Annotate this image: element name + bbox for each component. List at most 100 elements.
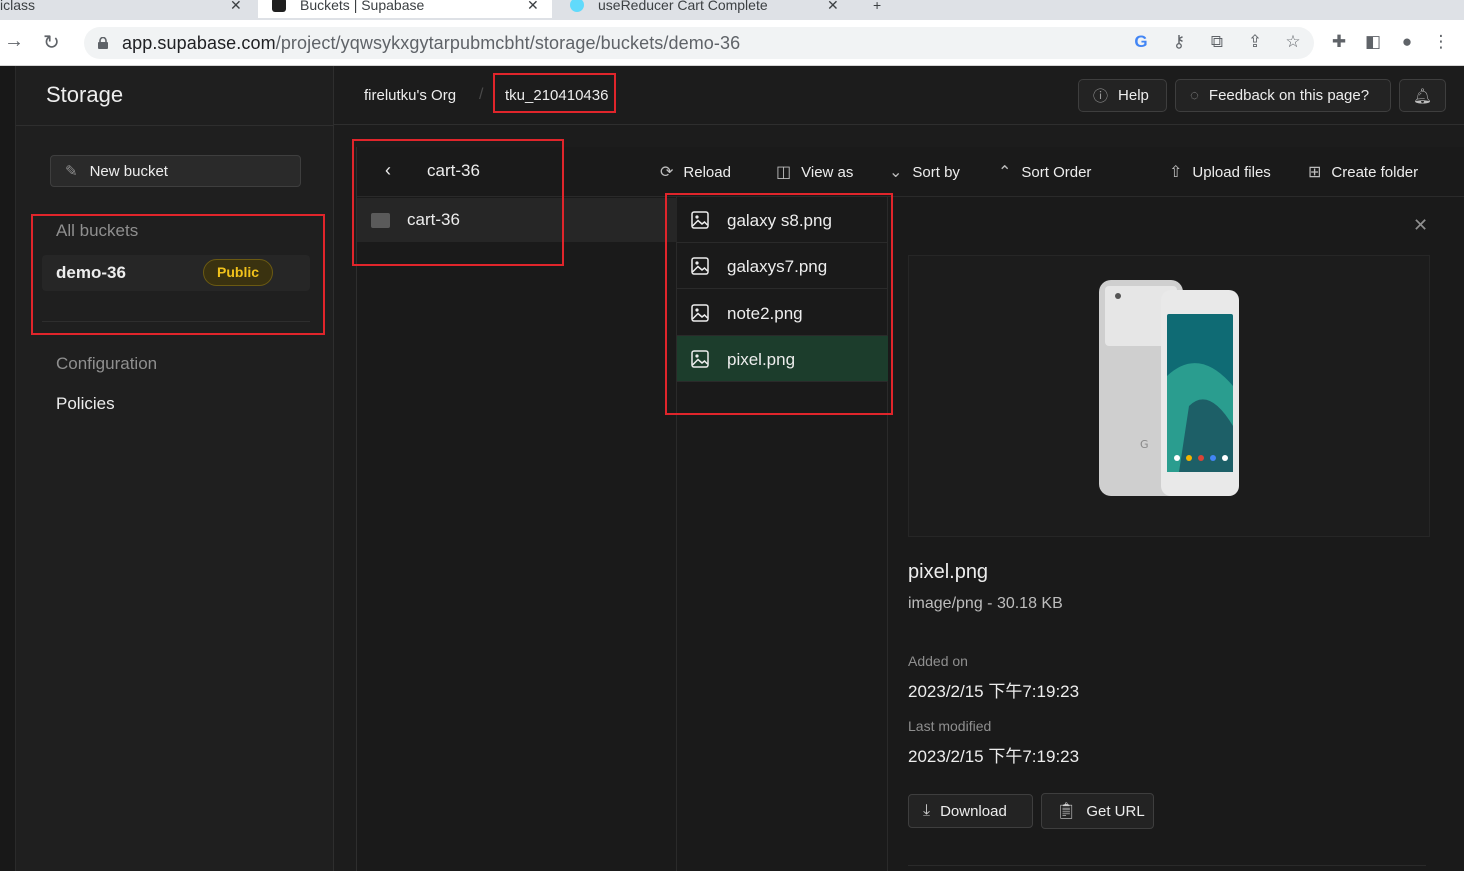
close-icon[interactable]: ✕ [230, 0, 242, 14]
column-title: cart-36 [427, 161, 480, 180]
profile-icon[interactable]: ● [1396, 32, 1418, 52]
refresh-icon: ⟳ [660, 164, 674, 181]
public-badge: Public [203, 259, 274, 286]
reload-button[interactable]: ⟳ Reload [660, 162, 731, 182]
list-item[interactable]: galaxy s8.png [677, 197, 888, 243]
tab-title: iclass [0, 0, 36, 13]
folder-plus-icon: ⊞ [1308, 164, 1322, 181]
folder-column: cart-36 [357, 197, 677, 871]
tab-title: Buckets | Supabase [300, 0, 425, 13]
columns-icon: ◫ [776, 164, 792, 181]
sidebar-item-bucket[interactable]: demo-36 Public [42, 255, 310, 291]
back-chevron-icon[interactable]: ‹ [385, 160, 391, 181]
feedback-label: Feedback on this page? [1208, 87, 1370, 104]
divider [42, 321, 310, 322]
breadcrumb-project[interactable]: tku_210410436 [505, 87, 608, 104]
sort-order-label: Sort Order [1021, 163, 1092, 181]
share-icon[interactable]: ⇪ [1244, 32, 1266, 52]
divider [16, 125, 334, 126]
last-modified-value: 2023/2/15 下午7:19:23 [908, 747, 1080, 766]
create-folder-label: Create folder [1331, 163, 1419, 181]
lock-icon [98, 37, 108, 49]
react-favicon-icon [570, 0, 584, 12]
upload-icon: ⇧ [1169, 164, 1183, 181]
last-modified-label: Last modified [908, 718, 992, 734]
url-path: /project/yqwsykxgytarpubmcbht/storage/bu… [275, 32, 741, 53]
file-column: galaxy s8.png galaxys7.png note2.png pix… [677, 197, 888, 871]
list-item[interactable]: cart-36 [357, 198, 677, 242]
star-icon[interactable]: ☆ [1282, 32, 1304, 52]
menu-icon[interactable]: ⋮ [1430, 32, 1452, 52]
upload-label: Upload files [1192, 163, 1271, 181]
chevron-down-icon: ⌄ [889, 164, 903, 181]
get-url-label: Get URL [1086, 802, 1145, 820]
svg-text:G: G [1140, 438, 1149, 451]
file-name: pixel.png [727, 350, 796, 369]
folder-icon [371, 213, 390, 228]
tab-title: useReducer Cart Complete [598, 0, 768, 13]
close-icon[interactable]: ✕ [827, 0, 839, 14]
supabase-favicon-icon [272, 0, 286, 12]
main-header: firelutku's Org / tku_210410436 ⓘ Help ◌… [334, 66, 1464, 125]
image-icon [691, 304, 709, 322]
reload-label: Reload [683, 163, 731, 181]
browser-tab-bar: iclass ✕ Buckets | Supabase ✕ useReducer… [0, 0, 1464, 20]
view-as-button[interactable]: ◫ View as [776, 162, 853, 182]
help-icon: ⓘ [1093, 88, 1109, 105]
list-item[interactable]: note2.png [677, 290, 888, 336]
new-tab-button[interactable]: + [873, 0, 893, 18]
close-icon[interactable]: ✕ [527, 0, 539, 14]
browser-toolbar: → ↻ app.supabase.com/project/yqwsykxgyta… [0, 20, 1464, 66]
create-folder-button[interactable]: ⊞ Create folder [1308, 162, 1418, 182]
configuration-label: Configuration [56, 354, 158, 373]
google-icon[interactable]: G [1130, 32, 1152, 52]
help-button[interactable]: ⓘ Help [1078, 79, 1167, 112]
side-panel-icon[interactable]: ◧ [1362, 32, 1384, 52]
list-item-selected[interactable]: pixel.png [677, 336, 888, 382]
file-name: galaxy s8.png [727, 211, 832, 230]
image-icon [691, 211, 709, 229]
storage-sidebar: Storage ✎ New bucket All buckets demo-36… [16, 66, 334, 871]
address-bar[interactable]: app.supabase.com/project/yqwsykxgytarpub… [84, 27, 1314, 59]
list-item[interactable]: galaxys7.png [677, 243, 888, 289]
preview-file-meta: image/png - 30.18 KB [908, 595, 1063, 612]
image-icon [691, 257, 709, 275]
translate-icon[interactable]: ⧉ [1206, 32, 1228, 52]
tab-usereducer[interactable]: useReducer Cart Complete ✕ [556, 0, 850, 18]
file-preview-panel: ✕ G pixel.png image/png - 30.18 KB Added… [888, 197, 1464, 871]
forward-icon[interactable]: → [4, 30, 24, 53]
tab-iclass[interactable]: iclass ✕ [0, 0, 255, 18]
phone-image: G [1099, 280, 1239, 496]
extensions-icon[interactable]: ✚ [1328, 32, 1350, 52]
feedback-button[interactable]: ◌ Feedback on this page? [1175, 79, 1391, 112]
reload-icon[interactable]: ↻ [43, 30, 60, 55]
download-button[interactable]: ⤓ Download [908, 794, 1033, 828]
edit-icon: ✎ [65, 163, 78, 180]
breadcrumb-org[interactable]: firelutku's Org [364, 87, 456, 104]
file-name: galaxys7.png [727, 257, 828, 276]
sort-order-button[interactable]: ⌃ Sort Order [998, 162, 1091, 182]
get-url-button[interactable]: 📋︎ Get URL [1041, 793, 1154, 829]
sidebar-item-policies[interactable]: Policies [56, 394, 115, 414]
explorer-toolbar: ‹ cart-36 ⟳ Reload ◫ View as ⌄ Sort by ⌃ Sor… [357, 147, 1464, 197]
download-label: Download [940, 802, 1007, 820]
sidebar-title: Storage [46, 82, 124, 107]
key-icon[interactable]: ⚷ [1168, 32, 1190, 52]
tab-supabase[interactable]: Buckets | Supabase ✕ [258, 0, 552, 18]
sort-by-button[interactable]: ⌄ Sort by [889, 162, 960, 182]
file-name: note2.png [727, 304, 803, 323]
close-icon[interactable]: ✕ [1413, 215, 1428, 236]
breadcrumb-separator: / [479, 86, 484, 103]
folder-name: cart-36 [407, 210, 460, 229]
new-bucket-button[interactable]: ✎ New bucket [50, 155, 301, 187]
clipboard-icon: 📋︎ [1056, 803, 1077, 820]
upload-files-button[interactable]: ⇧ Upload files [1169, 162, 1271, 182]
notifications-button[interactable]: 🔔︎ [1399, 79, 1446, 112]
divider [908, 865, 1426, 866]
bell-icon: 🔔︎ [1412, 87, 1433, 105]
added-on-label: Added on [908, 653, 968, 669]
added-on-value: 2023/2/15 下午7:19:23 [908, 682, 1080, 701]
preview-image: G [908, 255, 1430, 537]
supabase-app: Storage ✎ New bucket All buckets demo-36… [0, 66, 1464, 871]
new-bucket-label: New bucket [89, 162, 168, 180]
